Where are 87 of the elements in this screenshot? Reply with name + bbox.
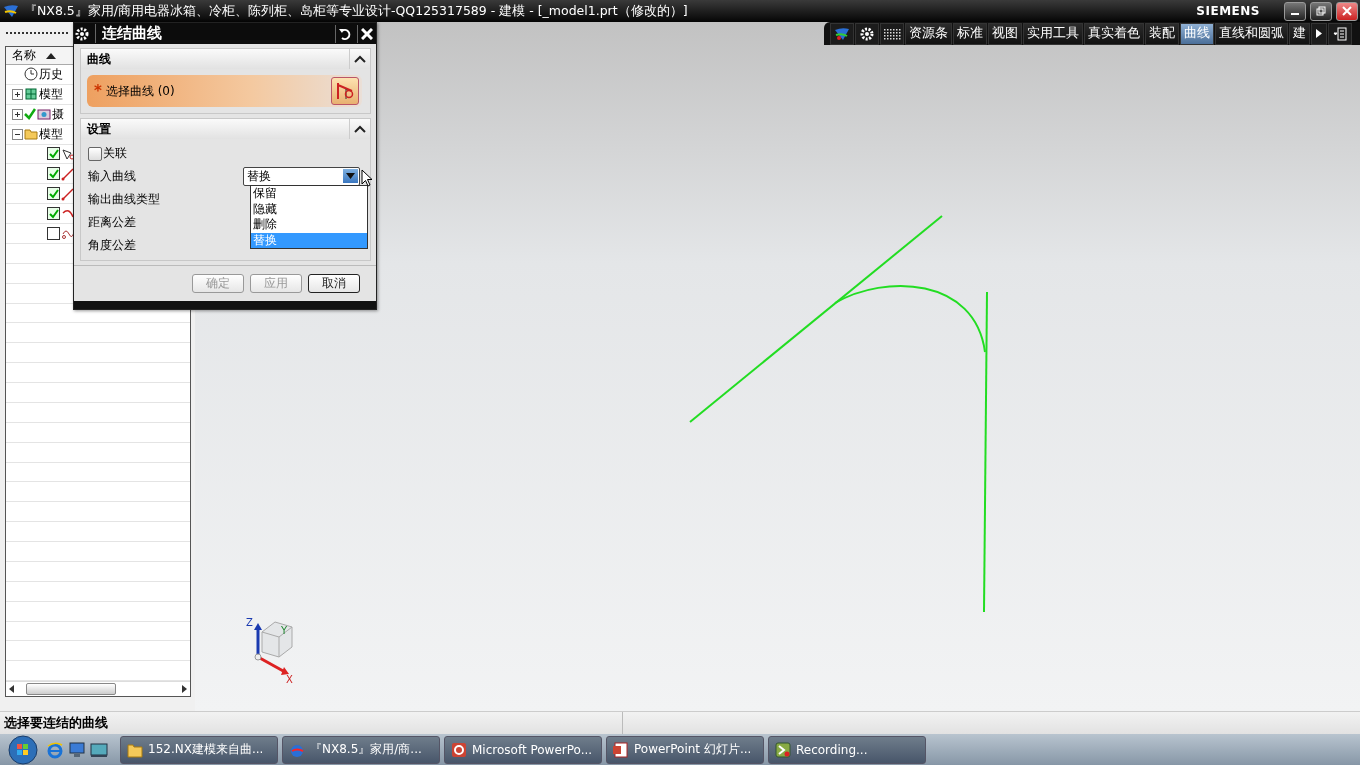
visibility-checkbox[interactable] (47, 226, 60, 240)
camera-icon (37, 107, 51, 122)
close-button[interactable] (357, 24, 376, 43)
line-icon (61, 186, 75, 201)
field-label: 输出曲线类型 (88, 190, 161, 208)
minimize-button[interactable] (1284, 1, 1306, 21)
toolbar-tab[interactable]: 资源条 (905, 22, 952, 45)
restore-button[interactable] (1310, 1, 1332, 21)
dropdown-field[interactable]: 替换 (243, 166, 360, 186)
scroll-left-icon[interactable] (9, 685, 14, 694)
taskbar-label: PowerPoint 幻灯片... (634, 741, 752, 758)
more-button[interactable] (1311, 22, 1327, 45)
browser-icon[interactable] (46, 740, 64, 759)
folder-icon (24, 127, 38, 142)
app-logo-icon (2, 3, 20, 19)
chevron-up-icon[interactable] (354, 55, 366, 63)
sketch-icon (61, 146, 75, 161)
taskbar-button[interactable]: Microsoft PowerPo... (444, 735, 602, 764)
brand-name: SIEMENS (1196, 4, 1260, 18)
restore-icon[interactable] (1316, 6, 1326, 16)
presentation-icon (451, 741, 467, 758)
taskbar-button[interactable]: PowerPoint 幻灯片... (606, 735, 764, 764)
dropdown-arrow-icon[interactable] (346, 173, 355, 179)
folder-icon (127, 741, 143, 758)
desktop-icon[interactable] (90, 740, 108, 759)
dropdown-option[interactable]: 隐藏 (251, 201, 367, 217)
scrollbar-thumb[interactable] (26, 683, 116, 696)
toolbar-tab[interactable]: 实用工具 (1023, 22, 1083, 45)
chevron-up-icon[interactable] (354, 125, 366, 133)
taskbar-button[interactable]: 152.NX建模来自曲... (120, 735, 278, 764)
taskbar-label: 『NX8.5』家用/商... (310, 741, 422, 758)
scroll-right-icon[interactable] (182, 685, 187, 694)
dropdown-option[interactable]: 删除 (251, 217, 367, 233)
column-header[interactable]: 名称 (12, 47, 36, 64)
dropdown-value: 替换 (247, 167, 271, 185)
close-button[interactable] (1336, 1, 1358, 21)
field-label: 角度公差 (88, 236, 137, 254)
toolbar-tab[interactable]: 建 (1289, 22, 1310, 45)
more-icon[interactable] (1316, 29, 1322, 38)
taskbar-label: 152.NX建模来自曲... (148, 741, 264, 758)
axis-label: Z (246, 617, 253, 628)
toolbar-tab[interactable]: 视图 (988, 22, 1022, 45)
cube-icon (24, 87, 38, 102)
axis-label: X (286, 674, 293, 685)
tree-item[interactable]: 摄 (52, 105, 64, 123)
taskbar-button[interactable]: 『NX8.5』家用/商... (282, 735, 440, 764)
toolbar-tab[interactable]: 装配 (1145, 22, 1179, 45)
toolbar-options-button[interactable] (1328, 22, 1352, 45)
selection-step-bar[interactable]: * 选择曲线 (0) (87, 75, 362, 107)
checkmark-icon (24, 108, 36, 121)
status-prompt: 选择要连结的曲线 (4, 714, 109, 732)
sort-ascending-icon[interactable] (46, 52, 56, 59)
section-title: 曲线 (87, 50, 111, 68)
settings-icon[interactable] (860, 26, 874, 41)
associative-checkbox[interactable] (88, 146, 102, 161)
toolbar-tab[interactable]: 直线和圆弧 (1215, 22, 1288, 45)
coordinate-triad-icon (254, 621, 293, 675)
start-button[interactable] (8, 734, 38, 765)
line-icon (61, 166, 75, 181)
tree-item[interactable]: 模型 (39, 85, 63, 103)
section-title: 设置 (87, 120, 111, 138)
toolbar-tab[interactable]: 标准 (953, 22, 987, 45)
dialog-button[interactable]: 取消 (308, 274, 360, 293)
recorder-icon (775, 741, 791, 758)
computer-icon[interactable] (68, 740, 86, 759)
reset-icon[interactable] (339, 27, 351, 40)
taskbar-label: Microsoft PowerPo... (472, 742, 593, 757)
tree-item[interactable]: 模型 (39, 125, 63, 143)
selection-label: 选择曲线 (0) (105, 82, 176, 100)
required-mark: * (94, 82, 102, 100)
field-label: 距离公差 (88, 213, 137, 231)
list-icon[interactable] (1333, 26, 1347, 41)
dialog-title: 连结曲线 (95, 24, 332, 43)
taskbar-label: Recording... (796, 742, 868, 757)
taskbar-button[interactable]: Recording... (768, 735, 926, 764)
presentation-icon (613, 741, 629, 758)
window-title: 『NX8.5』家用/商用电器冰箱、冷柜、陈列柜、岛柜等专业设计-QQ125317589 - 建模 - [_model1.prt（修改的）] (24, 2, 689, 20)
dropdown-option[interactable]: 保留 (251, 186, 367, 202)
axis-label: Y (281, 625, 288, 636)
settings-icon[interactable] (74, 25, 90, 42)
checkbox-label: 关联 (103, 145, 127, 162)
clock-icon (24, 67, 38, 82)
field-label: 输入曲线 (88, 167, 137, 185)
toolbar-tab[interactable]: 真实着色 (1084, 22, 1144, 45)
close-icon[interactable] (361, 27, 373, 40)
settings-button[interactable] (855, 22, 879, 45)
tree-item[interactable]: 历史 (39, 65, 63, 83)
